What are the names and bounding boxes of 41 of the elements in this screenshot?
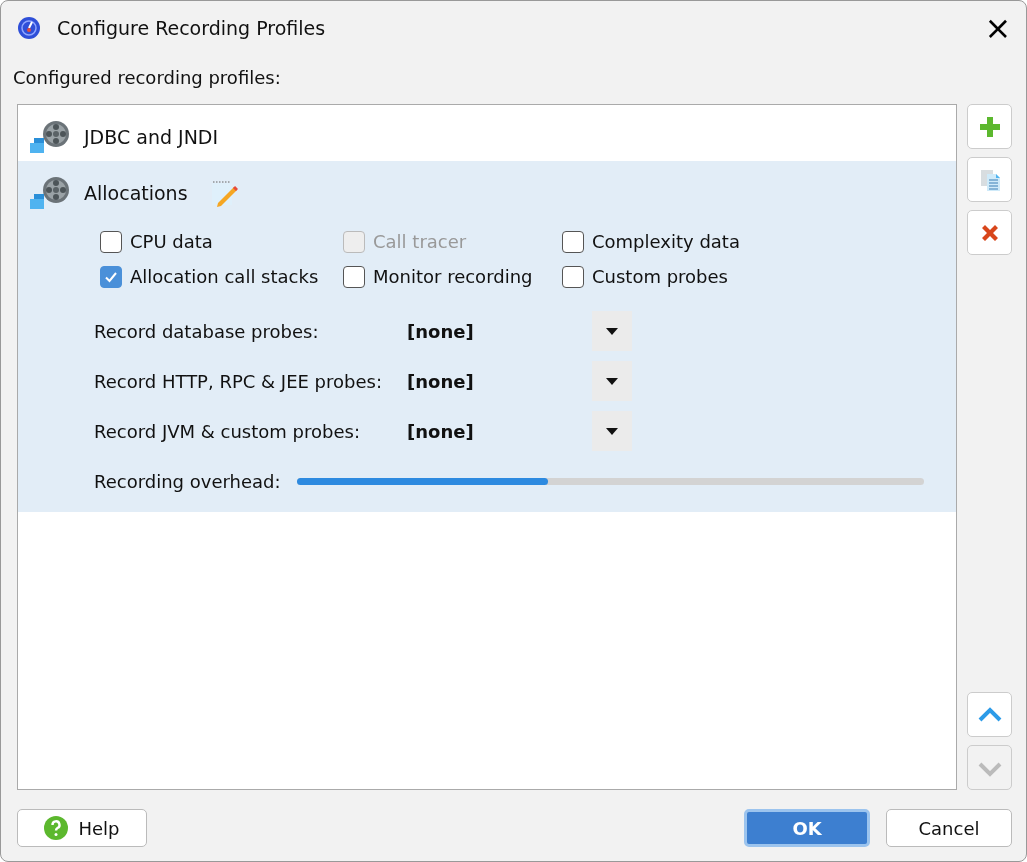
plus-icon (977, 114, 1002, 139)
film-reel-icon (30, 176, 70, 210)
cancel-button[interactable]: Cancel (886, 809, 1012, 847)
profile-name: JDBC and JNDI (84, 126, 219, 148)
probe-value: [none] (407, 370, 475, 392)
probe-label: Record JVM & custom probes: (94, 420, 361, 442)
checkbox-label: Monitor recording (373, 266, 533, 287)
checkbox-label: Allocation call stacks (130, 266, 319, 287)
checkbox[interactable] (562, 265, 584, 288)
profile-item[interactable] (18, 161, 956, 512)
profile-item[interactable]: JDBC and JNDI (18, 105, 956, 161)
app-gauge-icon (17, 16, 41, 40)
probe-label: Record database probes: (94, 320, 320, 342)
checkbox[interactable] (100, 230, 122, 253)
overhead-label: Recording overhead: (94, 471, 281, 492)
ok-button[interactable]: OK (744, 809, 870, 847)
list-label: Configured recording profiles: (12, 66, 282, 90)
film-reel-icon (30, 120, 70, 154)
help-button[interactable]: Help (17, 809, 147, 847)
close-button[interactable]: × (970, 1, 1026, 55)
help-icon (44, 816, 69, 840)
caret-icon (606, 427, 618, 435)
checkbox-label: Complexity data (592, 231, 740, 252)
dropdown-button[interactable] (592, 361, 632, 401)
checkbox-label: Call tracer (373, 231, 467, 252)
profile-name: Allocations (84, 182, 188, 204)
window-title: Configure Recording Profiles (57, 17, 327, 39)
checkbox[interactable] (343, 265, 365, 288)
caret-icon (606, 377, 618, 385)
probe-label: Record HTTP, RPC & JEE probes: (94, 370, 383, 392)
up-button[interactable] (967, 692, 1012, 737)
probe-value: [none] (407, 320, 475, 342)
checkbox[interactable] (562, 230, 584, 253)
caret-icon (606, 327, 618, 335)
dropdown-button[interactable] (592, 311, 632, 351)
checkbox[interactable] (100, 265, 122, 288)
checkbox-label: Custom probes (592, 266, 728, 287)
delete-button[interactable] (967, 210, 1012, 255)
checkbox-label: CPU data (130, 231, 213, 252)
probe-value: [none] (407, 420, 475, 442)
dropdown-button[interactable] (592, 411, 632, 451)
